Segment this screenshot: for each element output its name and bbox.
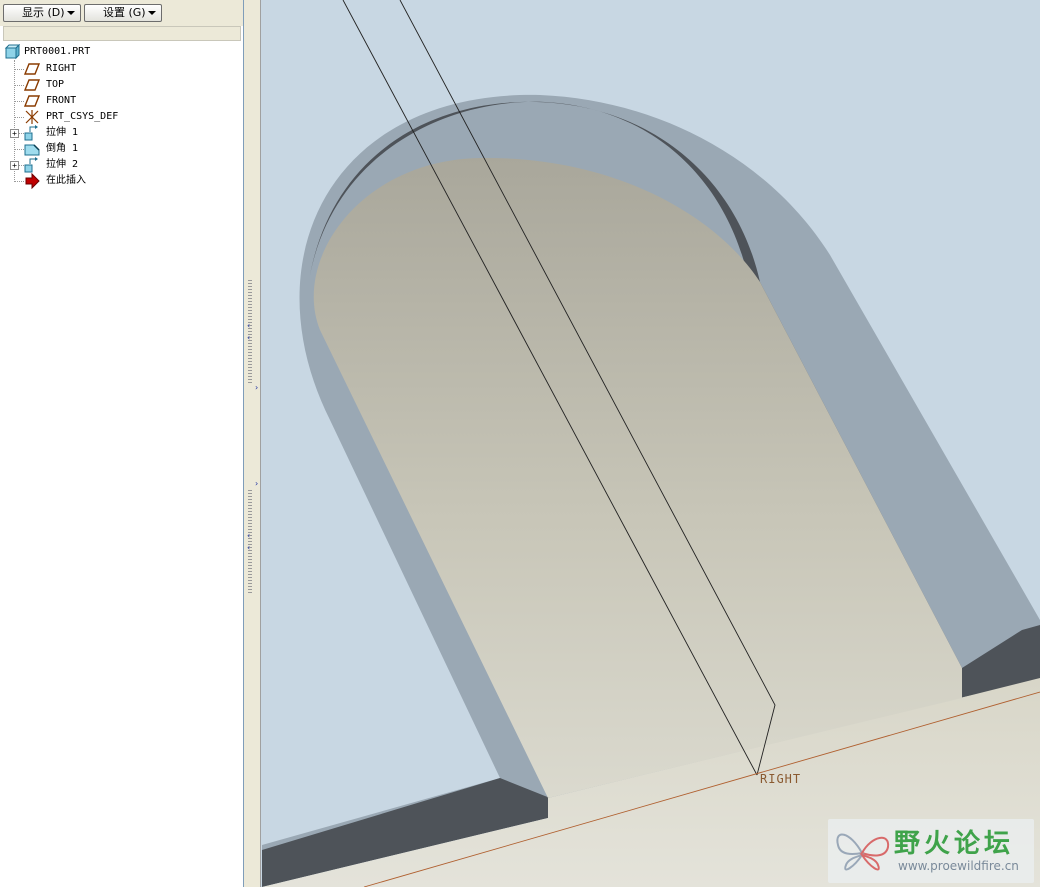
collapse-left-icon[interactable]: ‹: [247, 544, 250, 552]
tree-connector: [14, 101, 24, 102]
datum-label-right: RIGHT: [760, 772, 801, 786]
forum-watermark: 野火论坛 www.proewildfire.cn: [828, 819, 1034, 883]
expand-toggle-icon[interactable]: +: [10, 161, 19, 170]
datum-plane-icon: [24, 63, 40, 75]
tree-filter-bar: [3, 26, 241, 41]
tree-item-label: 拉伸 2: [46, 159, 79, 170]
watermark-title: 野火论坛: [894, 829, 1015, 859]
model-tree-panel: 显示 (D) 设置 (G) PRT0001.PRT RIGHT TOP FRON…: [0, 0, 244, 887]
show-menu-button[interactable]: 显示 (D): [3, 4, 81, 22]
model-top-face: [313, 157, 962, 819]
insert-here-arrow-icon: [25, 173, 40, 189]
chevron-down-icon: [67, 11, 75, 15]
expand-right-icon[interactable]: ›: [255, 480, 258, 488]
tree-connector: [14, 85, 24, 86]
splitter-grip[interactable]: [248, 280, 252, 384]
tree-item-label: PRT0001.PRT: [24, 46, 91, 57]
panel-splitter[interactable]: ‹ ‹ › › ‹ ‹: [244, 0, 261, 887]
part-icon: [4, 44, 20, 60]
tree-connector: [14, 69, 24, 70]
tree-item-label: RIGHT: [46, 63, 77, 74]
datum-plane-icon: [24, 95, 40, 107]
tree-connector: [14, 181, 24, 182]
collapse-left-icon[interactable]: ‹: [247, 532, 250, 540]
collapse-left-icon[interactable]: ‹: [247, 334, 250, 342]
collapse-left-icon[interactable]: ‹: [247, 322, 250, 330]
extrude-icon: [24, 125, 38, 141]
settings-menu-button[interactable]: 设置 (G): [84, 4, 162, 22]
navigator-toolbar: 显示 (D) 设置 (G): [0, 0, 243, 26]
chevron-down-icon: [148, 11, 156, 15]
coordinate-system-icon: [25, 110, 39, 124]
show-menu-label: 显示 (D): [22, 6, 65, 19]
tree-item-label: 在此插入: [46, 175, 86, 186]
tree-item-label: PRT_CSYS_DEF: [46, 111, 119, 122]
tree-item-label: 倒角 1: [46, 143, 79, 154]
model-view: RIGHT: [262, 0, 1040, 887]
tree-connector: [14, 149, 24, 150]
butterfly-logo-icon: [836, 833, 890, 871]
expand-toggle-icon[interactable]: +: [10, 129, 19, 138]
watermark-url: www.proewildfire.cn: [898, 859, 1019, 873]
tree-connector: [14, 117, 24, 118]
graphics-window[interactable]: RIGHT 野火论坛 www.proewildfire.cn: [261, 0, 1040, 887]
tree-item-label: FRONT: [46, 95, 77, 106]
expand-right-icon[interactable]: ›: [255, 384, 258, 392]
splitter-grip[interactable]: [248, 490, 252, 594]
tree-item-label: TOP: [46, 79, 65, 90]
chamfer-icon: [24, 144, 40, 156]
settings-menu-label: 设置 (G): [103, 6, 146, 19]
datum-plane-icon: [24, 79, 40, 91]
tree-item-label: 拉伸 1: [46, 127, 79, 138]
extrude-icon: [24, 157, 38, 173]
